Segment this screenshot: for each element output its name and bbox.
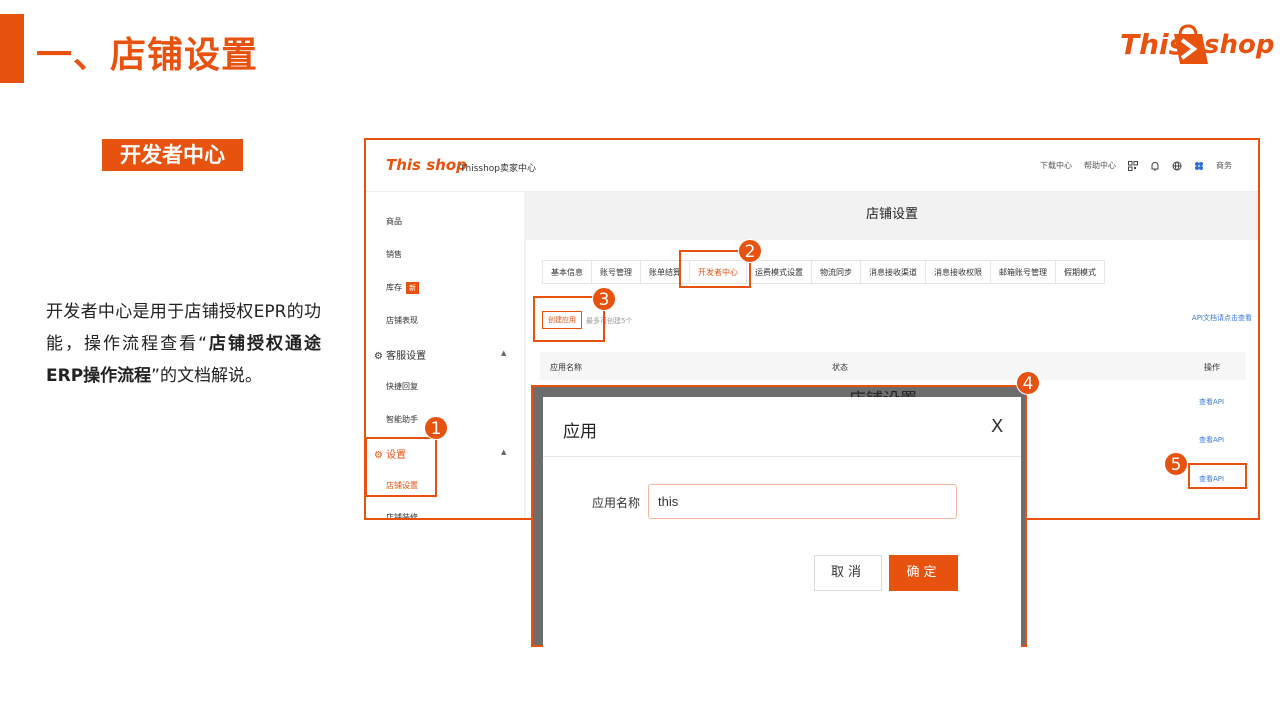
- gear-icon: ⚙: [374, 351, 383, 362]
- sidebar-item-performance[interactable]: 店铺表现: [386, 315, 418, 326]
- app-name-label: 应用名称: [592, 496, 641, 510]
- sidebar-group-service-label: 客服设置: [386, 351, 427, 362]
- cancel-button[interactable]: 取消: [814, 555, 882, 591]
- view-api-link[interactable]: 查看API: [1199, 435, 1224, 445]
- seller-center-label: Thisshop卖家中心: [460, 164, 537, 174]
- title-accent-bar: [0, 14, 24, 83]
- tab-basic-info[interactable]: 基本信息: [542, 260, 591, 284]
- qrcode-icon[interactable]: [1128, 160, 1138, 171]
- slide-title: 一、店铺设置: [36, 35, 259, 76]
- apps-table-header: 应用名称 状态 操作: [540, 352, 1246, 380]
- app-name-input[interactable]: this: [648, 484, 957, 519]
- sidebar-item-stock-label: 库存: [386, 283, 402, 292]
- col-actions: 操作: [1204, 363, 1220, 372]
- seller-topbar: This shop Thisshop卖家中心 下载中心 帮助中心 商务: [366, 140, 1258, 192]
- business-link[interactable]: 商务: [1216, 160, 1232, 171]
- highlight-view-api: [1188, 463, 1247, 489]
- page-title: 店铺设置: [524, 192, 1258, 240]
- tab-message-permission[interactable]: 消息接收权限: [925, 260, 990, 284]
- sidebar-item-stock[interactable]: 库存新: [386, 282, 419, 294]
- highlight-settings: [365, 437, 437, 497]
- app-modal: 应用 X 应用名称 this 取消 确定: [543, 397, 1021, 647]
- new-badge: 新: [406, 282, 419, 294]
- tab-holiday-mode[interactable]: 假期模式: [1055, 260, 1105, 284]
- top-right-links: 下载中心 帮助中心 商务: [1040, 160, 1232, 171]
- col-status: 状态: [832, 363, 848, 372]
- step-marker-4: 4: [1016, 371, 1040, 395]
- sidebar-item-quick-reply[interactable]: 快捷回复: [386, 381, 418, 392]
- step-marker-1: 1: [424, 416, 448, 440]
- description-part2: ”的文档解说。: [151, 366, 262, 386]
- tab-email-account[interactable]: 邮箱账号管理: [990, 260, 1055, 284]
- tab-logistics-sync[interactable]: 物流同步: [811, 260, 860, 284]
- sidebar-item-sales[interactable]: 销售: [386, 249, 402, 260]
- sidebar-item-store-decoration[interactable]: 店铺装修: [386, 512, 418, 518]
- close-icon[interactable]: X: [991, 416, 1003, 437]
- modal-divider: [543, 456, 1021, 457]
- confirm-button[interactable]: 确定: [889, 555, 958, 591]
- api-doc-link[interactable]: API文档请点击查看: [1192, 313, 1252, 323]
- section-badge: 开发者中心: [102, 139, 243, 171]
- tab-shipping-mode[interactable]: 运费模式设置: [746, 260, 811, 284]
- view-api-link[interactable]: 查看API: [1199, 397, 1224, 407]
- sidebar-item-goods[interactable]: 商品: [386, 216, 402, 227]
- user-icon[interactable]: [1194, 161, 1204, 171]
- description-text: 开发者中心是用于店铺授权EPR的功能，操作流程查看“店铺授权通途ERP操作流程”…: [46, 296, 321, 392]
- step-marker-2: 2: [738, 239, 762, 263]
- bell-icon[interactable]: [1150, 161, 1160, 171]
- chevron-up-icon[interactable]: ▲: [501, 448, 506, 456]
- brand-logo: This shop: [1120, 20, 1274, 70]
- col-app-name: 应用名称: [550, 363, 582, 372]
- step-marker-3: 3: [592, 287, 616, 311]
- help-center-link[interactable]: 帮助中心: [1084, 160, 1116, 171]
- step-marker-5: 5: [1164, 452, 1188, 476]
- sidebar-group-service[interactable]: ⚙ 客服设置: [374, 347, 426, 362]
- tab-account[interactable]: 账号管理: [591, 260, 640, 284]
- modal-title: 应用: [563, 422, 597, 442]
- seller-logo-this: This: [386, 156, 421, 174]
- sidebar-item-assistant[interactable]: 智能助手: [386, 414, 418, 425]
- tab-message-channel[interactable]: 消息接收渠道: [860, 260, 925, 284]
- globe-icon[interactable]: [1172, 161, 1182, 171]
- chevron-up-icon[interactable]: ▲: [501, 349, 506, 357]
- seller-logo[interactable]: This shop: [386, 156, 467, 174]
- brand-shop: shop: [1204, 30, 1275, 60]
- download-center-link[interactable]: 下载中心: [1040, 160, 1072, 171]
- settings-tabs: 基本信息 账号管理 账单结算 开发者中心 运费模式设置 物流同步 消息接收渠道 …: [542, 260, 1105, 284]
